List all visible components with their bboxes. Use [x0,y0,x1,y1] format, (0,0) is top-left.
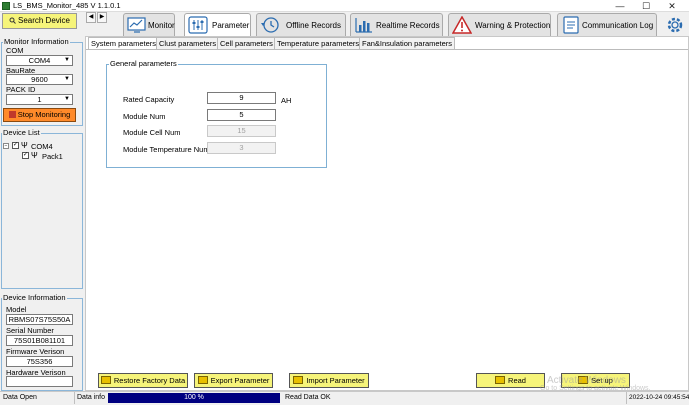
import-parameter-button[interactable]: Import Parameter [289,373,369,388]
chevron-down-icon: ▼ [64,76,70,82]
serial-label: Serial Number [6,326,54,335]
com-value: COM4 [28,56,51,65]
subtab-clust-parameters[interactable]: Clust parameters [156,37,220,49]
rated-capacity-label: Rated Capacity [123,95,175,104]
sliders-icon [188,16,208,34]
module-num-input[interactable]: 5 [207,109,276,121]
read-label: Read [508,376,526,385]
subtab-temperature-parameters[interactable]: Temperature parameters [274,37,363,49]
com-select[interactable]: COM4 ▼ [6,55,73,66]
baudrate-select[interactable]: 9600 ▼ [6,74,73,85]
history-clock-icon [260,16,280,34]
import-icon [293,376,304,384]
stop-monitoring-button[interactable]: Stop Monitoring [3,108,76,122]
tab-warning-protection-label: Warning & Protection [475,21,551,30]
export-parameter-label: Export Parameter [210,376,270,385]
module-cell-num-input: 15 [207,125,276,137]
document-log-icon [561,16,581,34]
chevron-down-icon: ▼ [64,96,70,102]
search-device-label: Search Device [17,16,71,25]
pack-id-select[interactable]: 1 ▼ [6,94,73,105]
com-label: COM [6,46,24,55]
pack-checkbox[interactable]: ✓ [22,152,29,159]
tab-warning-protection[interactable]: Warning & Protection [448,13,551,36]
module-cell-num-label: Module Cell Num [123,128,181,137]
stop-icon [8,111,16,118]
restore-factory-data-button[interactable]: Restore Factory Data [98,373,188,388]
status-data-open: Data Open [3,394,37,401]
status-separator [626,392,627,404]
window-title: LS_BMS_Monitor_485 V 1.1.0.1 [13,1,121,10]
general-parameters-title: General parameters [109,59,178,68]
pack-icon: Ψ [31,151,38,160]
minimize-button[interactable]: — [608,0,632,12]
tab-offline-records[interactable]: Offline Records [256,13,346,36]
tab-scroll-left-button[interactable]: ◀ [86,12,96,23]
module-temperature-num-label: Module Temperature Num [123,145,210,154]
hardware-field [6,376,73,387]
progress-bar: 100 % [108,393,280,403]
firmware-label: Firmware Verison [6,347,65,356]
maximize-button[interactable]: ☐ [634,0,658,12]
read-icon [495,376,506,384]
import-parameter-label: Import Parameter [306,376,365,385]
search-icon [9,15,16,24]
status-read-result: Read Data OK [285,394,331,401]
tab-realtime-records-label: Realtime Records [376,21,440,30]
serial-field: 75S01B081101 [6,335,73,346]
app-icon [2,2,10,10]
tab-realtime-records[interactable]: Realtime Records [350,13,443,36]
com-checkbox[interactable]: ✓ [12,142,19,149]
gear-icon[interactable] [665,15,685,35]
device-info-title: Device Information [2,293,67,302]
baudrate-value: 9600 [31,75,48,84]
stop-monitoring-label: Stop Monitoring [17,110,71,119]
search-device-button[interactable]: Search Device [2,13,77,29]
tab-parameter-label: Parameter [212,21,250,30]
export-parameter-button[interactable]: Export Parameter [194,373,273,388]
device-list-title: Device List [2,128,41,137]
tab-parameter[interactable]: Parameter [184,13,251,37]
warning-triangle-icon [451,15,473,34]
rated-capacity-input[interactable]: 9 [207,92,276,104]
pack-id-label: PACK ID [6,85,36,94]
tree-item-pack[interactable]: Pack1 [42,152,63,161]
monitor-chart-icon [127,16,147,34]
module-temperature-num-input: 3 [207,142,276,154]
monitor-info-title: Monitor Information [3,37,70,46]
status-separator [74,392,75,404]
pack-id-value: 1 [37,95,42,104]
tab-scroll-right-button[interactable]: ▶ [97,12,107,23]
restore-icon [100,376,111,384]
tab-offline-records-label: Offline Records [286,21,341,30]
model-label: Model [6,305,27,314]
tab-monitor[interactable]: Monitor [123,13,175,36]
close-button[interactable]: ✕ [660,0,684,12]
bar-chart-icon [354,16,374,34]
status-data-info: Data info [77,394,106,401]
model-field: RBMS07S75S50A [6,314,73,325]
tab-monitor-label: Monitor [148,21,175,30]
tree-item-port[interactable]: COM4 [31,142,53,151]
firmware-field: 75S356 [6,356,73,367]
module-num-label: Module Num [123,112,166,121]
subtab-fan-insulation-parameters[interactable]: Fan&Insulation parameters [359,37,456,49]
subtab-divider [86,49,688,50]
tree-collapse-icon[interactable]: − [3,143,9,149]
read-button[interactable]: Read [476,373,545,388]
tab-communication-log-label: Communication Log [582,21,654,30]
rated-capacity-unit: AH [281,96,292,105]
status-timestamp: 2022-10-24 09:45:54 [629,394,689,401]
progress-label: 100 % [184,394,204,401]
export-icon [197,376,208,384]
chevron-down-icon: ▼ [64,57,70,63]
restore-factory-data-label: Restore Factory Data [113,376,186,385]
tab-communication-log[interactable]: Communication Log [557,13,657,36]
subtab-cell-parameters[interactable]: Cell parameters [217,37,276,49]
port-icon: Ψ [21,141,28,150]
